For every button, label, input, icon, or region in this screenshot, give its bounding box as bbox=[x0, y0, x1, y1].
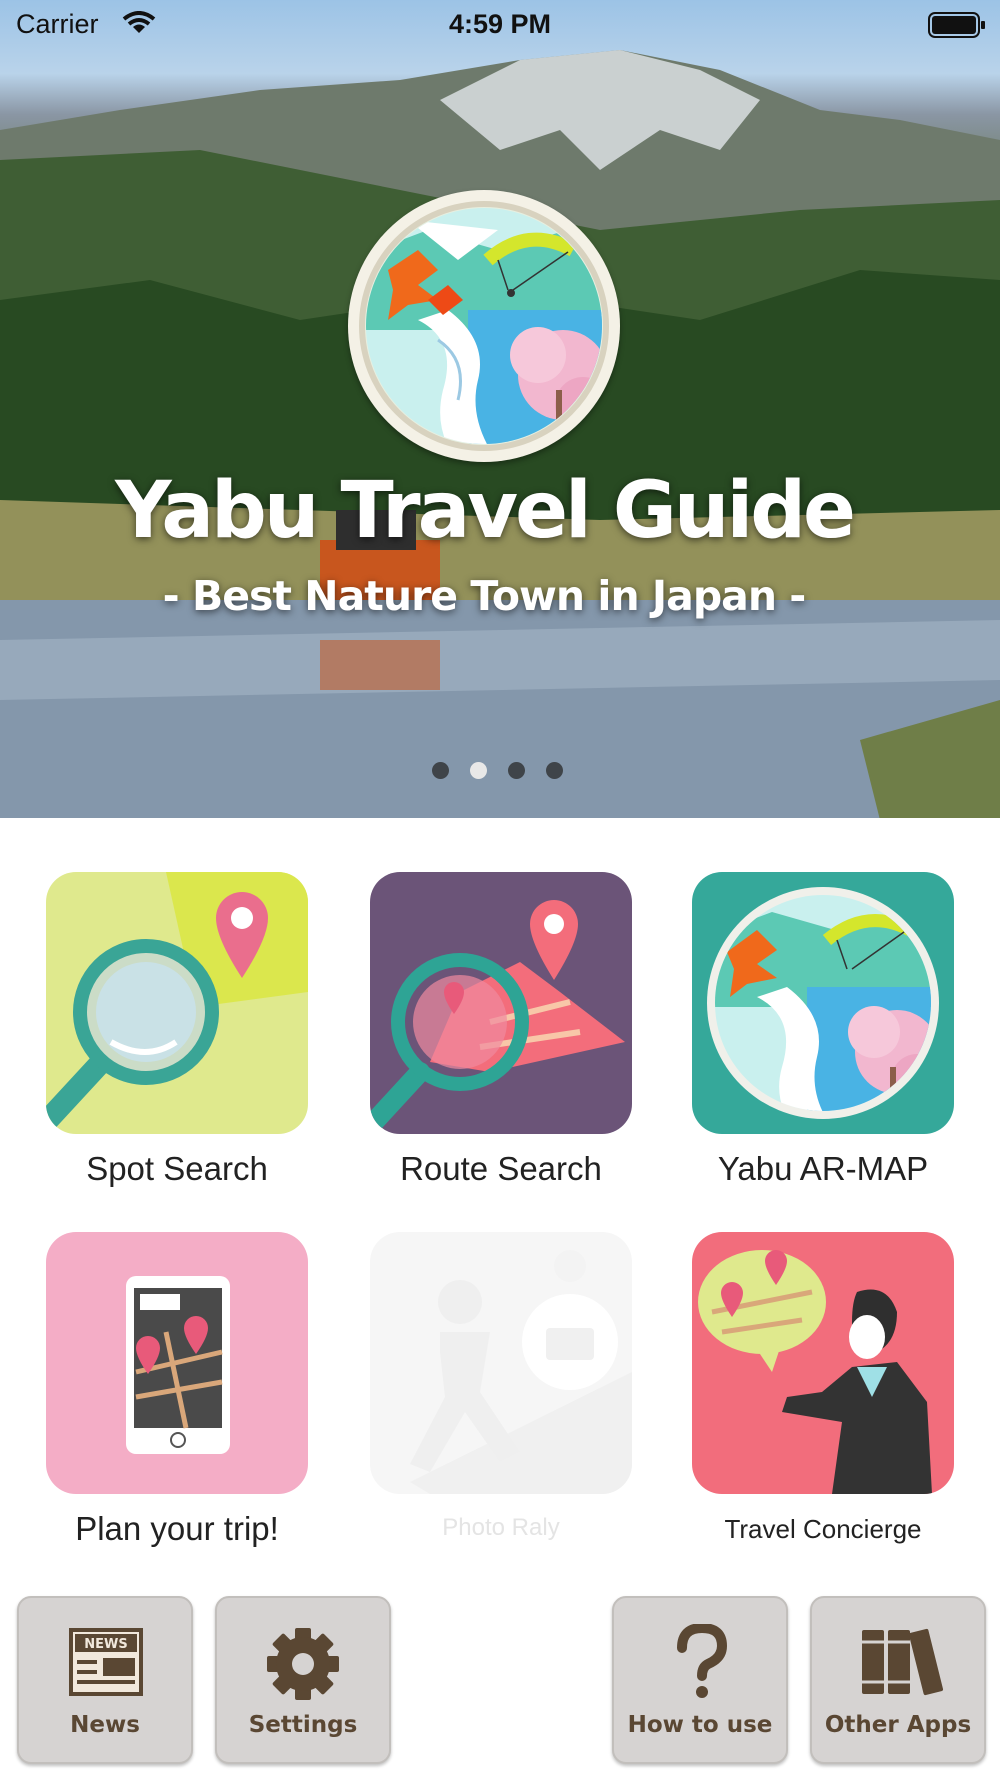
news-badge: NEWS bbox=[84, 1637, 127, 1652]
app-title: Yabu Travel Guide bbox=[115, 466, 856, 556]
how-to-use-label: How to use bbox=[627, 1712, 773, 1738]
page-dot[interactable] bbox=[508, 762, 525, 779]
plan-trip-label: Plan your trip! bbox=[75, 1510, 279, 1547]
travel-concierge-label: Travel Concierge bbox=[724, 1514, 922, 1544]
travel-concierge-button[interactable] bbox=[692, 1232, 954, 1494]
ar-map-button[interactable] bbox=[692, 872, 954, 1134]
books-icon bbox=[862, 1628, 944, 1696]
page-dot[interactable] bbox=[432, 762, 449, 779]
spot-search-label: Spot Search bbox=[86, 1150, 268, 1187]
ar-map-label: Yabu AR-MAP bbox=[717, 1150, 929, 1187]
ar-map-emblem-icon bbox=[707, 887, 939, 1119]
route-magnifier-icon bbox=[370, 900, 625, 1132]
app-subtitle: - Best Nature Town in Japan - bbox=[162, 572, 807, 620]
photo-rally-button bbox=[370, 1232, 632, 1494]
page-dot-active[interactable] bbox=[470, 762, 487, 779]
phone-map-icon bbox=[126, 1276, 230, 1454]
clock-time: 4:59 PM bbox=[448, 9, 552, 39]
news-label: News bbox=[70, 1712, 140, 1738]
page-dot[interactable] bbox=[546, 762, 563, 779]
page-indicator[interactable] bbox=[432, 762, 572, 782]
plan-trip-button[interactable] bbox=[46, 1232, 308, 1494]
concierge-icon bbox=[698, 1250, 932, 1494]
newspaper-icon: NEWS bbox=[69, 1628, 143, 1696]
gear-icon bbox=[267, 1628, 339, 1700]
route-search-button[interactable] bbox=[370, 872, 632, 1134]
news-button[interactable]: NEWS News bbox=[17, 1596, 193, 1764]
spot-search-button[interactable] bbox=[46, 872, 308, 1134]
status-bar: Carrier 4:59 PM bbox=[0, 0, 1000, 50]
settings-button[interactable]: Settings bbox=[215, 1596, 391, 1764]
route-search-label: Route Search bbox=[400, 1150, 602, 1187]
question-mark-icon bbox=[677, 1624, 728, 1698]
other-apps-button[interactable]: Other Apps bbox=[810, 1596, 986, 1764]
settings-label: Settings bbox=[248, 1712, 358, 1738]
photo-rally-label: Photo Raly bbox=[442, 1514, 560, 1541]
battery-icon bbox=[928, 12, 985, 38]
other-apps-label: Other Apps bbox=[824, 1712, 972, 1738]
yabu-emblem-logo bbox=[348, 190, 620, 462]
photo-rally-runner-icon bbox=[410, 1250, 632, 1494]
magnifier-pin-icon bbox=[46, 872, 308, 1133]
hero-banner[interactable]: Carrier 4:59 PM Yabu Travel Guide - Best… bbox=[0, 0, 1000, 818]
how-to-use-button[interactable]: How to use bbox=[612, 1596, 788, 1764]
